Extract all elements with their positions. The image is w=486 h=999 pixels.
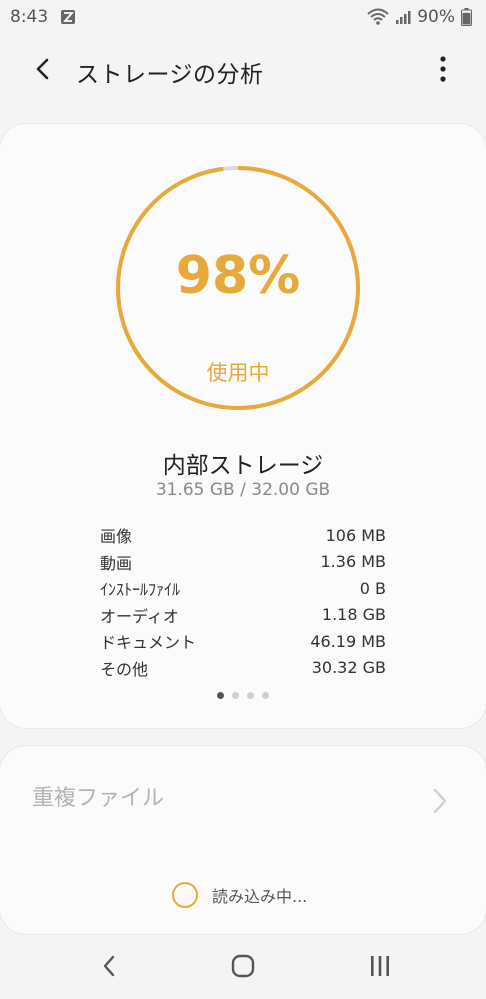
nav-home-icon bbox=[231, 954, 255, 982]
breakdown-row-documents: ドキュメント 46.19 MB bbox=[100, 628, 386, 655]
status-right: 90% bbox=[367, 7, 472, 27]
breakdown-row-videos: 動画 1.36 MB bbox=[100, 549, 386, 576]
breakdown-row-images: 画像 106 MB bbox=[100, 522, 386, 549]
usage-ring: 98% 使用中 bbox=[114, 164, 362, 412]
back-button[interactable] bbox=[26, 54, 60, 88]
breakdown-row-install-files: ｲﾝｽﾄｰﾙﾌｧｲﾙ 0 B bbox=[100, 575, 386, 602]
usage-label: 使用中 bbox=[206, 361, 270, 385]
nav-back-button[interactable] bbox=[91, 950, 127, 986]
app-notification-icon bbox=[60, 9, 76, 25]
page-title: ストレージの分析 bbox=[76, 62, 264, 88]
breakdown-label: その他 bbox=[100, 659, 149, 679]
breakdown-value: 1.18 GB bbox=[321, 605, 386, 625]
loading-spinner-icon bbox=[172, 882, 198, 908]
navigation-bar bbox=[0, 936, 486, 999]
page-dot bbox=[217, 692, 224, 699]
status-left: 8:43 bbox=[10, 7, 76, 27]
more-vertical-icon bbox=[439, 56, 447, 86]
breakdown-label: 動画 bbox=[100, 553, 133, 573]
battery-icon bbox=[461, 8, 472, 26]
chevron-right-icon bbox=[433, 788, 447, 818]
storage-name: 内部ストレージ bbox=[162, 453, 324, 479]
battery-percent: 90% bbox=[417, 7, 455, 27]
breakdown-row-audio: オーディオ 1.18 GB bbox=[100, 602, 386, 629]
app-bar: ストレージの分析 bbox=[0, 40, 486, 102]
page-indicator bbox=[0, 692, 486, 699]
breakdown-value: 46.19 MB bbox=[310, 631, 386, 651]
chevron-left-icon bbox=[33, 58, 53, 84]
nav-recents-button[interactable] bbox=[362, 950, 398, 986]
status-time: 8:43 bbox=[10, 7, 49, 27]
breakdown-value: 1.36 MB bbox=[320, 552, 387, 572]
duplicate-files-open-button[interactable] bbox=[428, 788, 452, 818]
duplicate-files-title: 重複ファイル bbox=[32, 786, 165, 811]
usage-percent: 98% bbox=[175, 246, 301, 306]
cell-signal-icon bbox=[395, 9, 411, 25]
breakdown-value: 106 MB bbox=[325, 525, 386, 545]
breakdown-value: 30.32 GB bbox=[311, 658, 386, 678]
duplicate-files-card[interactable]: 重複ファイル 読み込み中... bbox=[0, 746, 486, 934]
status-bar: 8:43 90% bbox=[0, 0, 486, 34]
breakdown-value: 0 B bbox=[359, 578, 386, 598]
storage-size: 31.65 GB / 32.00 GB bbox=[155, 480, 331, 500]
page-dot bbox=[247, 692, 254, 699]
page-dot bbox=[262, 692, 269, 699]
nav-home-button[interactable] bbox=[225, 950, 261, 986]
more-options-button[interactable] bbox=[428, 54, 458, 88]
breakdown-label: オーディオ bbox=[100, 606, 179, 626]
breakdown-label: 画像 bbox=[100, 527, 133, 547]
breakdown-label: ｲﾝｽﾄｰﾙﾌｧｲﾙ bbox=[100, 580, 181, 600]
storage-breakdown: 画像 106 MB 動画 1.36 MB ｲﾝｽﾄｰﾙﾌｧｲﾙ 0 B オーディ… bbox=[100, 522, 386, 681]
page-dot bbox=[232, 692, 239, 699]
internal-storage-card[interactable]: 98% 使用中 内部ストレージ 31.65 GB / 32.00 GB 画像 1… bbox=[0, 124, 486, 728]
wifi-icon bbox=[367, 8, 389, 26]
loading-text: 読み込み中... bbox=[212, 887, 308, 906]
breakdown-row-other: その他 30.32 GB bbox=[100, 655, 386, 682]
nav-recents-icon bbox=[369, 955, 391, 981]
breakdown-label: ドキュメント bbox=[100, 633, 197, 653]
nav-back-icon bbox=[101, 954, 117, 982]
loading-indicator: 読み込み中... bbox=[172, 882, 307, 908]
